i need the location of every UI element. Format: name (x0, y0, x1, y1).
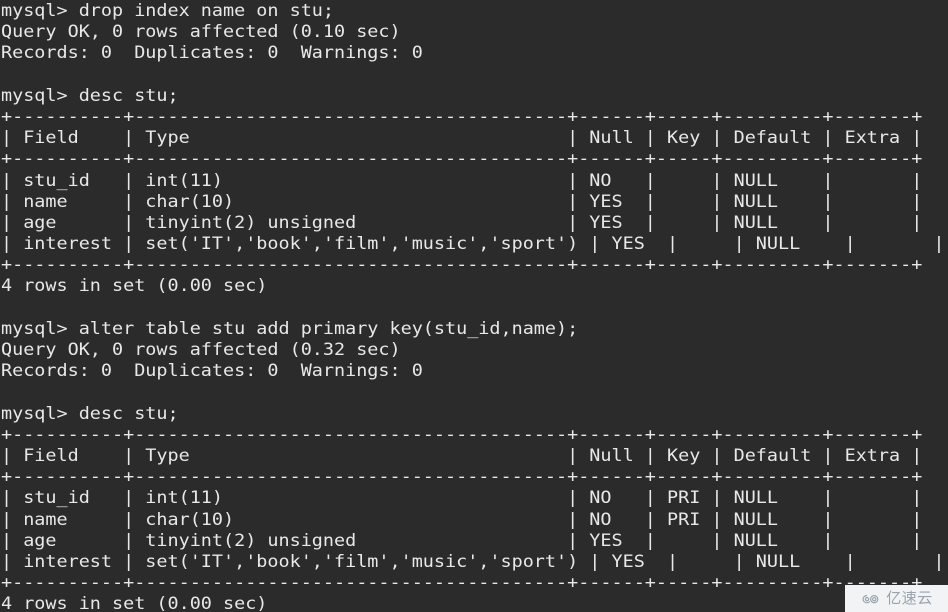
terminal-line: | stu_id | int(11) | NO | | NULL | | (1, 170, 923, 191)
terminal-line: +----------+----------------------------… (1, 424, 923, 445)
terminal-line: +----------+----------------------------… (1, 255, 923, 276)
terminal-line: | Field | Type | Null | Key | Default | … (1, 128, 923, 149)
terminal-line: | Field | Type | Null | Key | Default | … (1, 445, 923, 466)
watermark: 亿速云 (845, 585, 948, 612)
watermark-text: 亿速云 (886, 589, 933, 607)
terminal-line: +----------+----------------------------… (1, 467, 923, 488)
terminal-line: | age | tinyint(2) unsigned | YES | | NU… (1, 212, 923, 233)
terminal-line: | name | char(10) | YES | | NULL | | (1, 191, 923, 212)
terminal-line: mysql> alter table stu add primary key(s… (1, 318, 579, 339)
terminal-line: mysql> desc stu; (1, 85, 179, 106)
terminal-line: +----------+----------------------------… (1, 106, 923, 127)
terminal-line: mysql> drop index name on stu; (1, 1, 335, 21)
terminal-line: Records: 0 Duplicates: 0 Warnings: 0 (1, 361, 423, 382)
terminal-line: mysql> desc stu; (1, 403, 179, 424)
terminal-window[interactable]: mysql> drop index name on stu; Query OK, … (0, 0, 948, 612)
terminal-line: 4 rows in set (0.00 sec) (1, 594, 268, 612)
terminal-line: +----------+----------------------------… (1, 149, 923, 170)
terminal-line: | age | tinyint(2) unsigned | YES | | NU… (1, 530, 923, 551)
terminal-line: 4 rows in set (0.00 sec) (1, 276, 268, 297)
terminal-output: mysql> drop index name on stu; Query OK, … (1, 1, 944, 612)
terminal-line: | stu_id | int(11) | NO | PRI | NULL | | (1, 488, 923, 509)
terminal-line: +----------+----------------------------… (1, 573, 923, 594)
cloud-icon (862, 594, 879, 603)
terminal-line: | interest | set('IT','book','film','mus… (1, 551, 945, 572)
terminal-line: Records: 0 Duplicates: 0 Warnings: 0 (1, 43, 423, 64)
terminal-line: | interest | set('IT','book','film','mus… (1, 234, 945, 255)
terminal-line: Query OK, 0 rows affected (0.10 sec) (1, 22, 401, 43)
terminal-line: | name | char(10) | NO | PRI | NULL | | (1, 509, 923, 530)
terminal-line: Query OK, 0 rows affected (0.32 sec) (1, 340, 401, 360)
